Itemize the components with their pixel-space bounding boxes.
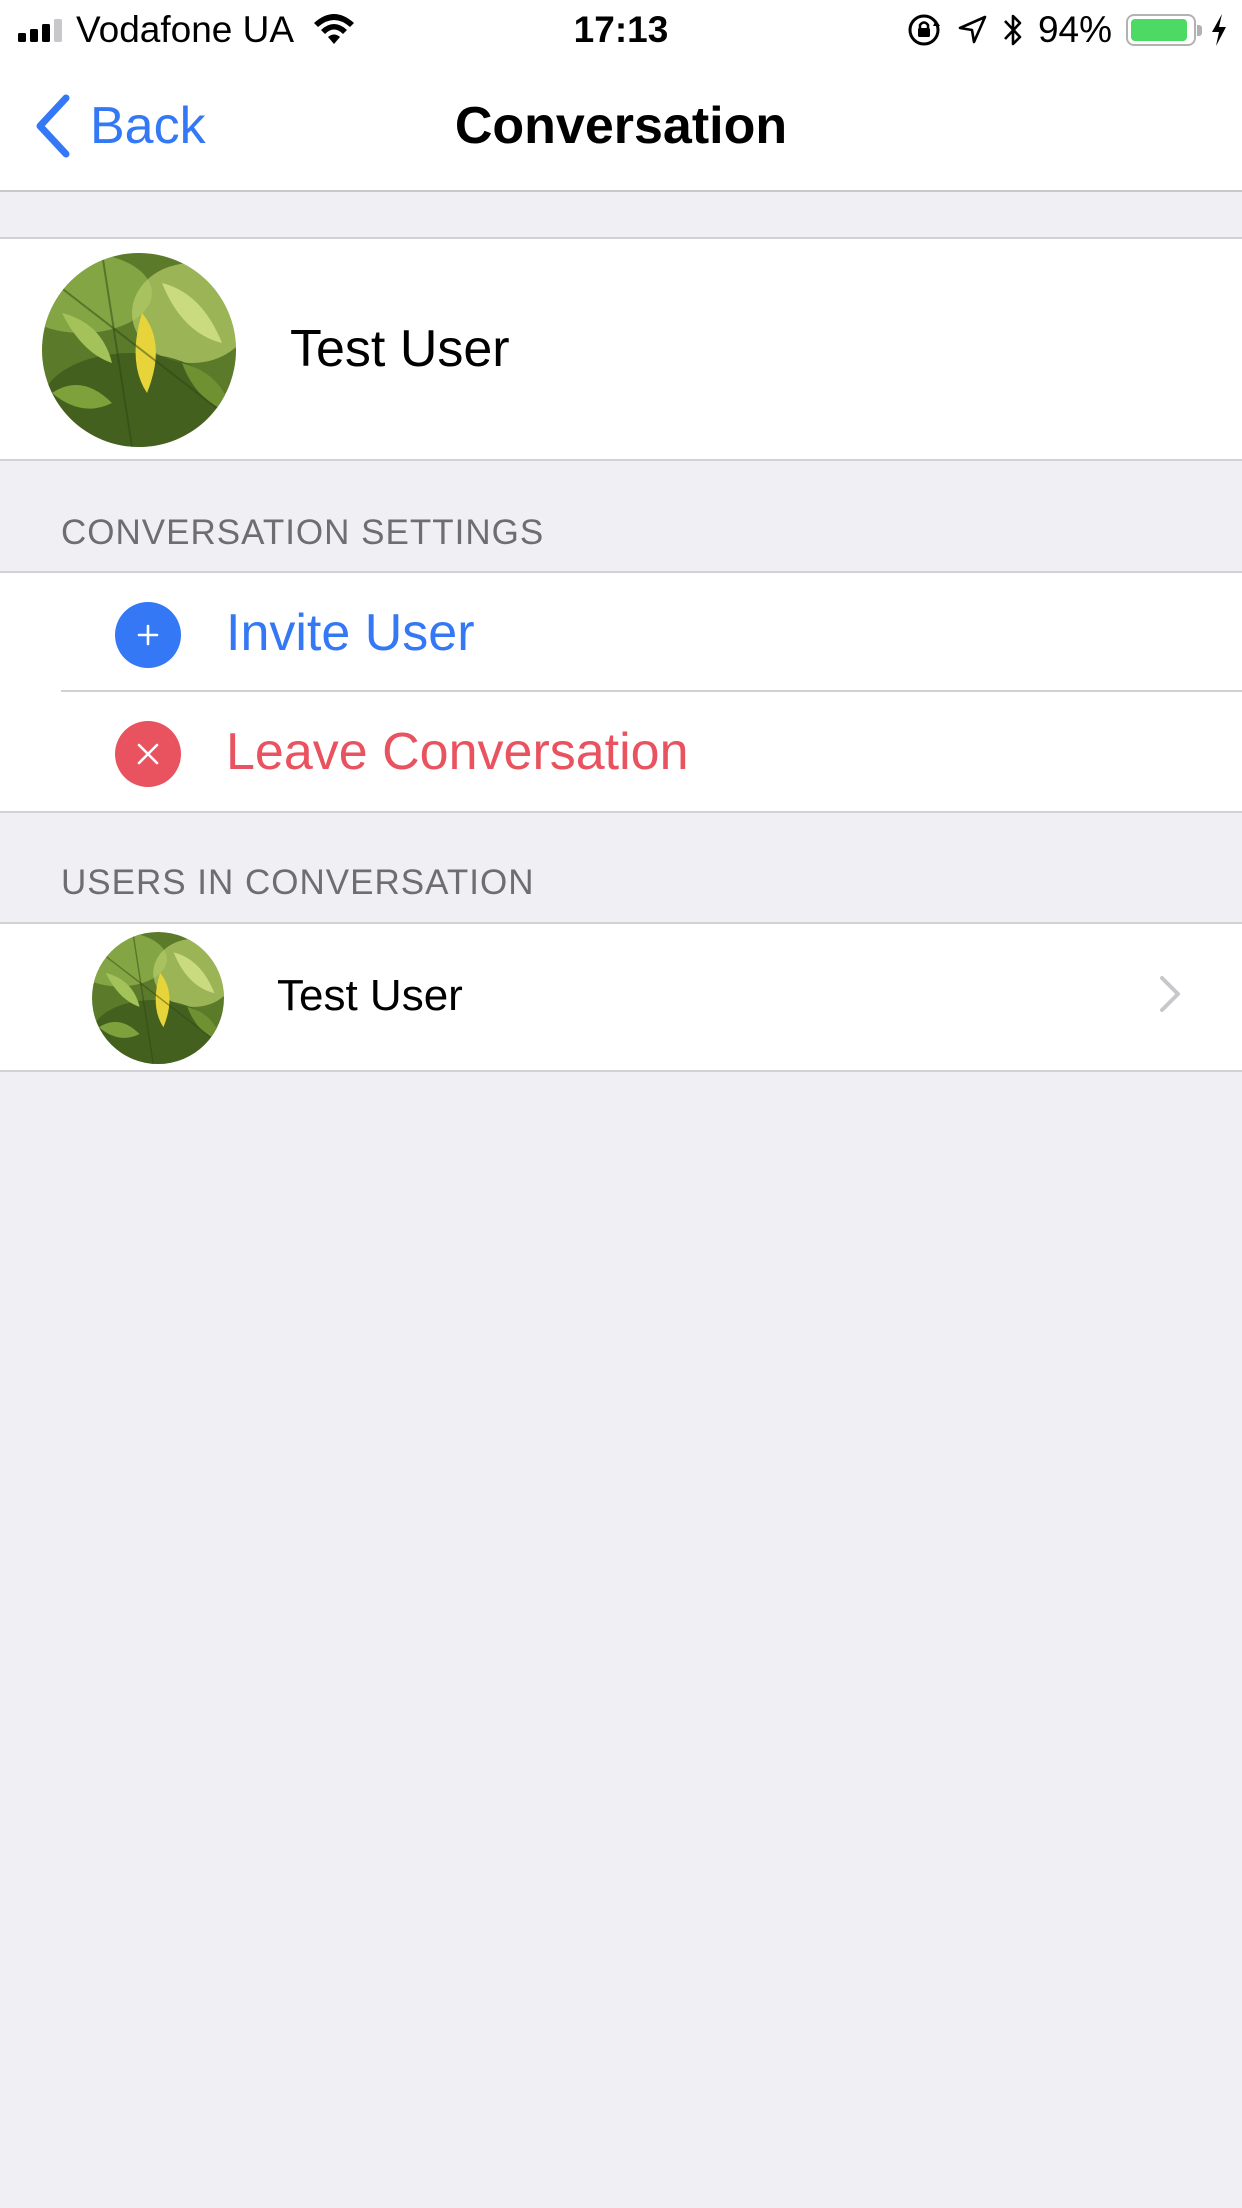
avatar — [92, 932, 224, 1064]
rotation-lock-icon — [908, 14, 940, 46]
navigation-bar: Back Conversation — [0, 60, 1242, 192]
close-icon — [115, 721, 181, 787]
conversation-user-name: Test User — [290, 320, 510, 378]
charging-bolt-icon — [1212, 14, 1226, 46]
page-title: Conversation — [454, 97, 788, 155]
leave-conversation-label: Leave Conversation — [226, 723, 689, 781]
leave-conversation-button[interactable]: Leave Conversation — [0, 692, 1242, 811]
conversation-header-card: Test User — [0, 237, 1242, 461]
avatar[interactable] — [42, 253, 236, 447]
section-header-settings: CONVERSATION SETTINGS — [61, 513, 545, 552]
invite-user-label: Invite User — [226, 604, 475, 662]
list-item[interactable]: Test User — [0, 924, 1242, 1070]
location-arrow-icon — [958, 15, 987, 44]
bluetooth-icon — [1003, 14, 1022, 46]
plus-icon — [115, 602, 181, 668]
status-icons: 94% — [906, 9, 1228, 50]
status-bar: Vodafone UA 17:13 94% — [0, 0, 1242, 60]
battery-icon — [1126, 14, 1202, 46]
users-group: Test User — [0, 922, 1242, 1072]
battery-percent: 94% — [1037, 9, 1112, 50]
settings-group: Invite User Leave Conversation — [0, 571, 1242, 813]
chevron-right-icon — [1160, 976, 1180, 1012]
conversation-screen: Vodafone UA 17:13 94% Back Conversation … — [0, 0, 1242, 2208]
user-name: Test User — [277, 971, 463, 1020]
invite-user-button[interactable]: Invite User — [0, 573, 1242, 692]
section-header-users: USERS IN CONVERSATION — [61, 863, 535, 902]
